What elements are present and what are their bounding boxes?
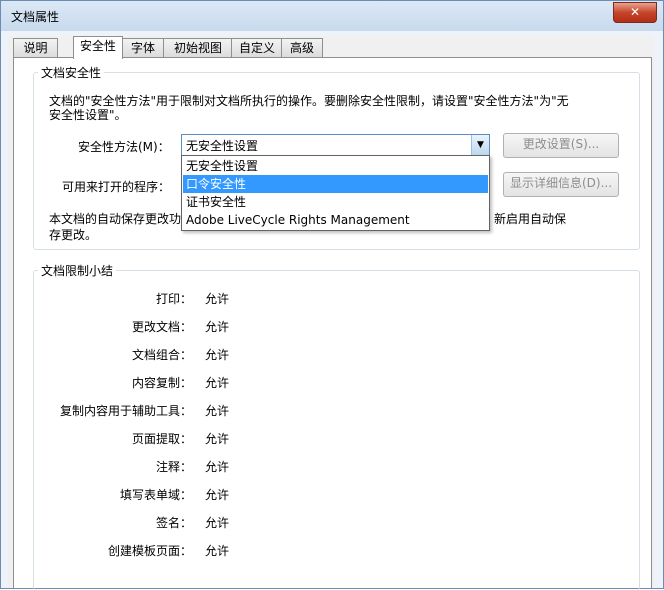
tab-label: 高级 [289, 41, 314, 55]
tab-advanced[interactable]: 高级 [281, 38, 323, 57]
signing-label: 签名： [155, 516, 192, 530]
option-certificate-security[interactable]: 证书安全性 [183, 193, 488, 211]
template-pages-value: 允许 [205, 544, 230, 558]
form-filling-value: 允许 [205, 488, 230, 502]
document-assembly-label: 文档组合： [131, 348, 192, 362]
chevron-down-icon[interactable]: ▼ [471, 135, 489, 155]
restrictions-summary-heading: 文档限制小结 [38, 262, 117, 279]
change-settings-button[interactable]: 更改设置(S)... [503, 133, 619, 158]
security-method-label: 安全性方法(M)： [78, 140, 170, 154]
change-document-label: 更改文档： [131, 320, 192, 334]
security-method-value: 无安全性设置 [186, 139, 259, 153]
autosave-text-line2: 存更改。 [49, 228, 98, 242]
open-with-label: 可用来打开的程序： [62, 180, 171, 194]
security-method-dropdown: 无安全性设置 口令安全性 证书安全性 Adobe LiveCycle Right… [181, 155, 490, 231]
security-description-line2: 安全性设置"。 [49, 108, 127, 122]
commenting-label: 注释： [155, 460, 192, 474]
close-icon: ✕ [629, 5, 641, 19]
document-assembly-value: 允许 [205, 348, 230, 362]
template-pages-label: 创建模板页面： [107, 544, 192, 558]
print-label: 打印： [155, 292, 192, 306]
title-bar[interactable]: 文档属性 ✕ [1, 1, 663, 31]
tab-security[interactable]: 安全性 [73, 36, 123, 59]
autosave-text-left: 本文档的自动保存更改功 [49, 212, 182, 226]
page-extraction-label: 页面提取： [131, 432, 192, 446]
tab-description[interactable]: 说明 [13, 38, 58, 57]
form-filling-label: 填写表单域： [119, 488, 192, 502]
accessibility-copying-label: 复制内容用于辅助工具： [59, 404, 192, 418]
tab-label: 初始视图 [173, 41, 222, 55]
tab-fonts[interactable]: 字体 [121, 38, 165, 57]
close-button[interactable]: ✕ [613, 2, 657, 23]
security-description-line1: 文档的"安全性方法"用于限制对文档所执行的操作。要删除安全性限制，请设置"安全性… [49, 94, 569, 108]
print-value: 允许 [205, 292, 230, 306]
tab-label: 自定义 [238, 41, 275, 55]
document-security-heading: 文档安全性 [38, 64, 105, 81]
commenting-value: 允许 [205, 460, 230, 474]
window-title: 文档属性 [11, 10, 60, 24]
tab-label: 说明 [23, 41, 48, 55]
change-document-value: 允许 [205, 320, 230, 334]
show-details-button[interactable]: 显示详细信息(D)... [503, 172, 619, 197]
option-no-security[interactable]: 无安全性设置 [183, 157, 488, 175]
signing-value: 允许 [205, 516, 230, 530]
tab-initial-view[interactable]: 初始视图 [163, 38, 233, 57]
page-extraction-value: 允许 [205, 432, 230, 446]
autosave-text-right: 新启用自动保 [494, 212, 567, 226]
option-password-security[interactable]: 口令安全性 [183, 175, 488, 193]
content-copying-label: 内容复制： [131, 376, 192, 390]
tab-label: 字体 [130, 41, 155, 55]
tab-custom[interactable]: 自定义 [231, 38, 283, 57]
tab-label: 安全性 [79, 39, 116, 53]
accessibility-copying-value: 允许 [205, 404, 230, 418]
option-adobe-livecycle[interactable]: Adobe LiveCycle Rights Management [183, 211, 488, 229]
security-method-select[interactable]: 无安全性设置 ▼ [181, 134, 490, 156]
content-copying-value: 允许 [205, 376, 230, 390]
